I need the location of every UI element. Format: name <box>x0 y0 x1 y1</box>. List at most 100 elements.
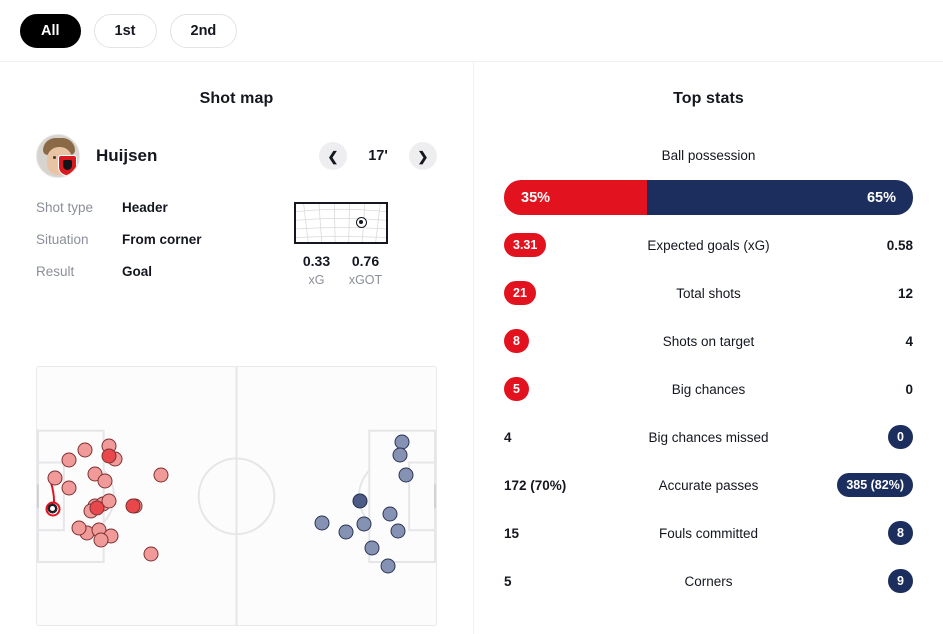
ball-marker-icon <box>356 217 367 228</box>
possession-home-share: 35% <box>504 180 648 215</box>
detail-row-situation: Situation From corner <box>36 232 286 264</box>
shot-dot-home[interactable] <box>47 470 63 486</box>
chevron-left-icon[interactable]: ❮ <box>319 142 347 170</box>
shot-dot-home[interactable] <box>143 546 159 562</box>
shot-dot-home[interactable] <box>93 532 109 548</box>
top-stats-title: Top stats <box>673 90 744 107</box>
avatar-eye-left <box>53 156 56 159</box>
shot-dot-home[interactable] <box>77 442 93 458</box>
stat-home-value: 172 (70%) <box>504 478 624 493</box>
shot-map-pitch[interactable] <box>36 366 437 626</box>
xgot-key: xGOT <box>348 273 383 287</box>
tab-2nd[interactable]: 2nd <box>169 13 238 48</box>
detail-label: Shot type <box>36 200 94 215</box>
stat-home-value: 8 <box>504 329 624 353</box>
stat-row: 3.31 Expected goals (xG) 0.58 <box>474 221 943 269</box>
stat-away-value: 0 <box>793 382 913 397</box>
shot-dot-away[interactable] <box>356 516 372 532</box>
stat-row: 5 Corners 9 <box>474 557 943 605</box>
stat-label: Total shots <box>676 285 741 301</box>
status-badge: 8 <box>504 329 529 353</box>
period-tab-bar: All 1st 2nd <box>0 0 943 62</box>
stat-row: 172 (70%) Accurate passes 385 (82%) <box>474 461 943 509</box>
status-badge: 8 <box>888 521 913 545</box>
shot-dot-home[interactable] <box>153 467 169 483</box>
detail-row-result: Result Goal <box>36 264 286 296</box>
stat-label: Big chances <box>671 381 746 397</box>
status-badge: 0 <box>888 425 913 449</box>
shot-dot-home[interactable] <box>61 480 77 496</box>
stat-plain-value: 0 <box>905 381 913 397</box>
stat-home-value: 5 <box>504 377 624 401</box>
shot-dot-away[interactable] <box>380 558 396 574</box>
stat-away-value: 9 <box>793 569 913 593</box>
shot-dot-away[interactable] <box>338 524 354 540</box>
tab-all[interactable]: All <box>20 13 81 48</box>
shot-detail-wrap: Shot type Header Situation From corner R… <box>0 200 473 296</box>
possession-bar: 35% 65% <box>504 180 913 215</box>
detail-value: Header <box>122 200 168 215</box>
stat-plain-value: 4 <box>905 333 913 349</box>
xg-value: 0.33 <box>302 253 331 269</box>
shot-dot-away[interactable] <box>390 523 406 539</box>
xgot-value: 0.76 <box>351 253 380 269</box>
stat-plain-value: 12 <box>897 285 913 301</box>
player-name: Huijsen <box>96 146 158 165</box>
xg-metrics: 0.33 xG 0.76 xGOT <box>294 253 388 287</box>
shot-dot-home[interactable] <box>61 452 77 468</box>
stat-home-value: 4 <box>504 430 624 445</box>
stat-plain-value: 4 <box>504 429 512 445</box>
detail-value: From corner <box>122 232 202 247</box>
avatar <box>36 134 80 178</box>
shot-dot-home-goal[interactable] <box>125 498 141 514</box>
stat-home-value: 15 <box>504 526 624 541</box>
detail-value: Goal <box>122 264 153 279</box>
stat-plain-value: 0.58 <box>886 237 913 253</box>
stat-label: Corners <box>684 573 733 589</box>
stat-away-value: 12 <box>793 286 913 301</box>
shot-dot-home[interactable] <box>71 520 87 536</box>
possession-away-share: 65% <box>647 180 913 215</box>
pitch-markings <box>37 367 436 626</box>
stat-plain-value: 172 (70%) <box>504 477 567 493</box>
goal-mouth-diagram: 0.33 xG 0.76 xGOT <box>294 200 388 296</box>
club-crest-icon <box>58 155 77 176</box>
xg-metric-xgot: 0.76 xGOT <box>343 253 388 287</box>
shot-minute: 17' <box>368 148 388 164</box>
status-badge: 5 <box>504 377 529 401</box>
possession-label: Ball possession <box>661 148 756 163</box>
stats-list: 3.31 Expected goals (xG) 0.58 21 Total shots… <box>474 221 943 605</box>
xg-metric-xg: 0.33 xG <box>294 253 339 287</box>
shot-dot-away-goal[interactable] <box>352 493 368 509</box>
tab-1st[interactable]: 1st <box>93 13 157 48</box>
shot-map-panel: Shot map Huijsen ❮ 17' ❯ Shot type Heade… <box>0 62 473 634</box>
detail-label: Situation <box>36 232 89 247</box>
shot-dot-home[interactable] <box>97 473 113 489</box>
stat-label: Expected goals (xG) <box>647 237 770 253</box>
stat-home-value: 21 <box>504 281 624 305</box>
shot-dot-away[interactable] <box>382 506 398 522</box>
shot-dot-home-goal[interactable] <box>101 448 117 464</box>
shot-dot-away[interactable] <box>398 467 414 483</box>
stat-away-value: 8 <box>793 521 913 545</box>
stat-away-value: 0 <box>793 425 913 449</box>
stat-away-value: 0.58 <box>793 238 913 253</box>
chevron-right-icon[interactable]: ❯ <box>409 142 437 170</box>
stat-row: 5 Big chances 0 <box>474 365 943 413</box>
status-badge: 385 (82%) <box>837 473 913 497</box>
stat-away-value: 4 <box>793 334 913 349</box>
shot-dot-away[interactable] <box>314 515 330 531</box>
shot-dot-away[interactable] <box>392 447 408 463</box>
shot-map-pitch-wrap <box>36 366 437 626</box>
stat-row: 15 Fouls committed 8 <box>474 509 943 557</box>
stat-label: Shots on target <box>662 333 755 349</box>
stat-label: Fouls committed <box>658 525 759 541</box>
shot-dot-home-goal[interactable] <box>89 500 105 516</box>
status-badge: 9 <box>888 569 913 593</box>
stat-row: 8 Shots on target 4 <box>474 317 943 365</box>
shot-player-row: Huijsen ❮ 17' ❯ <box>0 134 473 178</box>
stat-home-value: 5 <box>504 574 624 589</box>
shot-dot-away[interactable] <box>364 540 380 556</box>
selected-shot-marker[interactable] <box>45 501 61 517</box>
content-split: Shot map Huijsen ❮ 17' ❯ Shot type Heade… <box>0 62 943 634</box>
